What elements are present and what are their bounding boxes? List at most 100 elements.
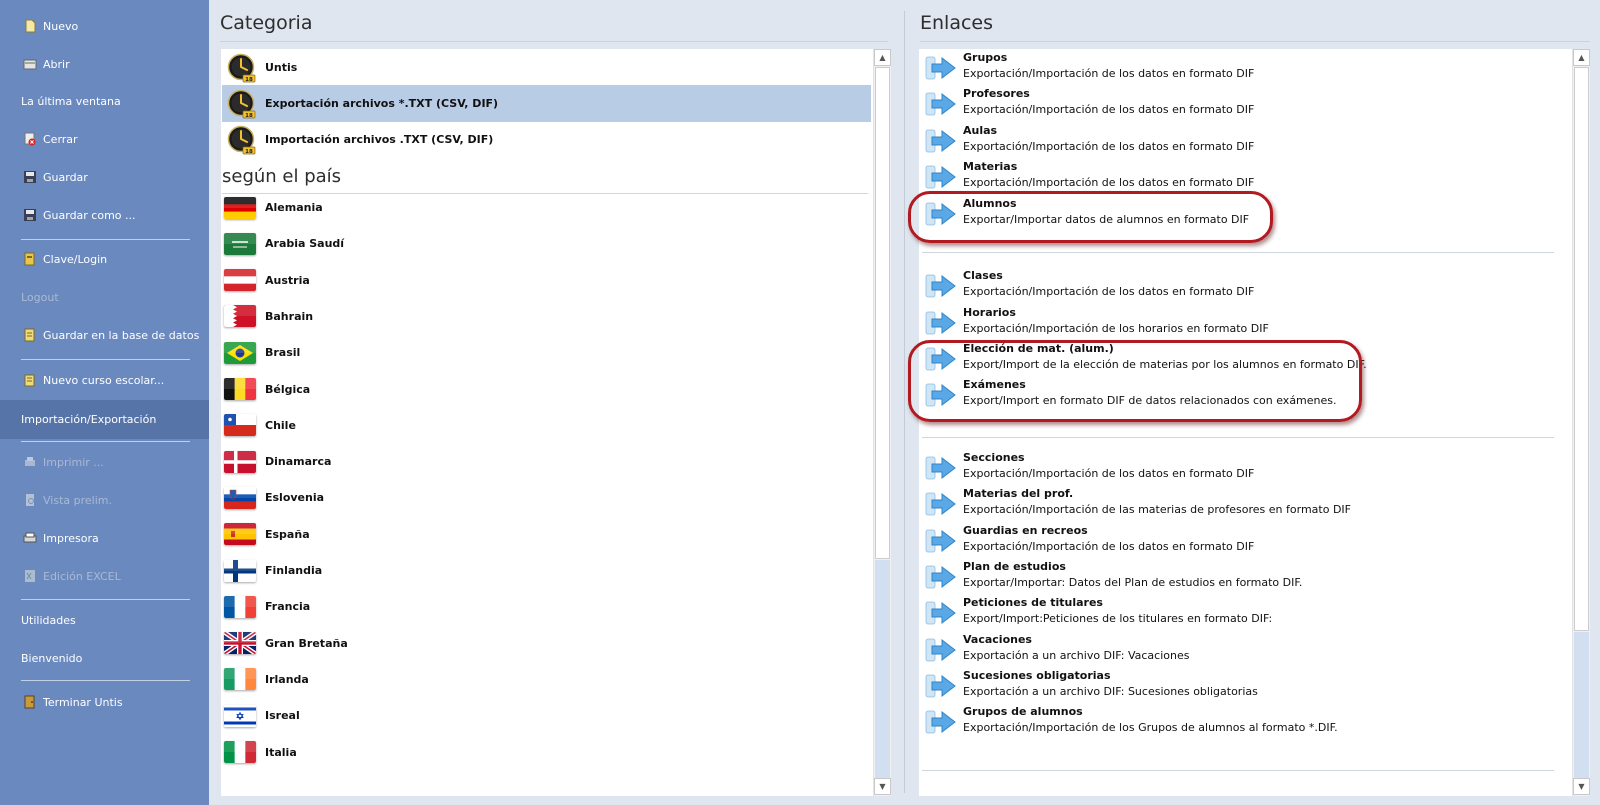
sidebar-item-impresora[interactable]: Impresora [0,520,209,556]
category-list: 18 Untis 18 Exportación archivos *.TXT (CSV… [221,49,873,796]
sidebar-item-vista-prelim[interactable]: Vista prelim. [0,482,209,518]
sidebar-item-ultima-ventana[interactable]: La última ventana [0,83,209,119]
link-item[interactable]: Grupos de alumnos Exportación/Importación… [925,703,1545,739]
country-item[interactable]: Isreal [224,697,864,734]
scroll-down-button[interactable]: ▼ [874,778,891,795]
sidebar-item-label: Clave/Login [43,252,108,266]
country-item[interactable]: Francia [224,588,864,625]
country-item-label: Isreal [265,709,300,723]
bahrain-flag-icon [224,305,256,328]
country-item[interactable]: España [224,516,864,553]
sidebar-item-guardar-base-datos[interactable]: Guardar en la base de datos [0,317,209,353]
sidebar-separator [21,359,190,360]
link-item[interactable]: Grupos Exportación/Importación de los dat… [925,49,1545,85]
link-item[interactable]: Vacaciones Exportación a un archivo DIF: … [925,631,1545,667]
country-item[interactable]: Gran Bretaña [224,625,864,662]
link-item[interactable]: Guardias en recreos Exportación/Importaci… [925,522,1545,558]
printer-icon [23,531,37,545]
country-item[interactable]: Dinamarca [224,443,864,480]
link-item[interactable]: Exámenes Export/Import en formato DIF de … [925,376,1545,412]
link-title: Profesores [963,87,1030,100]
country-item[interactable]: Eslovenia [224,479,864,516]
link-arrow-icon [925,637,957,663]
link-item[interactable]: Alumnos Exportar/Importar datos de alumno… [925,195,1545,231]
country-item[interactable]: Brasil [224,334,864,371]
sidebar-item-nuevo-curso[interactable]: Nuevo curso escolar... [0,362,209,398]
untis-clock-icon: 18 [226,89,256,119]
scroll-up-button[interactable]: ▲ [874,49,891,66]
sidebar-item-bienvenido[interactable]: Bienvenido [0,640,209,676]
country-item[interactable]: Austria [224,262,864,299]
sidebar-item-imprimir[interactable]: Imprimir ... [0,444,209,480]
link-description: Exportación/Importación de los datos en … [963,467,1255,480]
sidebar-item-cerrar[interactable]: Cerrar [0,121,209,157]
link-arrow-icon [925,382,957,408]
link-item[interactable]: Clases Exportación/Importación de los dat… [925,267,1545,303]
link-description: Exportar/Importar datos de alumnos en fo… [963,213,1250,226]
france-flag-icon [224,595,256,618]
ireland-flag-icon [224,668,256,691]
sidebar-item-guardar[interactable]: Guardar [0,159,209,195]
country-item[interactable]: Alemania [224,189,864,226]
sidebar-item-abrir[interactable]: Abrir [0,46,209,82]
link-item[interactable]: Profesores Exportación/Importación de los… [925,85,1545,121]
link-arrow-icon [925,709,957,735]
country-item-label: España [265,527,310,541]
svg-text:18: 18 [245,112,253,118]
scroll-thumb[interactable] [875,67,890,559]
category-item[interactable]: 18 Untis [222,49,871,86]
links-scrollbar[interactable]: ▲ ▼ [1572,49,1590,796]
scroll-down-button[interactable]: ▼ [1573,778,1590,795]
link-item[interactable]: Secciones Exportación/Importación de los … [925,449,1545,485]
scroll-track[interactable] [1574,632,1589,778]
link-item[interactable]: Aulas Exportación/Importación de los dato… [925,122,1545,158]
link-item[interactable]: Horarios Exportación/Importación de los h… [925,304,1545,340]
country-item-label: Irlanda [265,672,309,686]
link-title: Horarios [963,306,1016,319]
sidebar-item-label: Impresora [43,531,99,545]
links-panel-title: Enlaces [920,12,994,34]
sidebar-item-guardar-como[interactable]: Guardar como ... [0,197,209,233]
link-item[interactable]: Peticiones de titulares Export/Import:Pet… [925,594,1545,630]
link-item[interactable]: Sucesiones obligatorias Exportación a un … [925,667,1545,703]
link-title: Grupos de alumnos [963,705,1083,718]
link-description: Exportación a un archivo DIF: Sucesiones… [963,685,1258,698]
country-item[interactable]: Chile [224,407,864,444]
scroll-track[interactable] [875,560,890,778]
country-item-label: Finlandia [265,564,323,577]
sidebar-item-clave-login[interactable]: Clave/Login [0,241,209,277]
country-item-label: Austria [265,273,310,287]
country-item[interactable]: Bahrain [224,298,864,335]
sidebar-item-terminar-untis[interactable]: Terminar Untis [0,684,209,720]
link-arrow-icon [925,673,957,699]
sidebar-item-logout[interactable]: Logout [0,279,209,315]
scroll-thumb[interactable] [1574,67,1589,631]
country-item[interactable]: Irlanda [224,661,864,698]
country-item-label: Francia [265,600,311,614]
category-scrollbar[interactable]: ▲ ▼ [873,49,891,796]
link-item[interactable]: Elección de mat. (alum.) Export/Import de… [925,340,1545,376]
database-save-icon [23,328,37,342]
country-item[interactable]: Arabia Saudí [224,225,864,262]
sidebar-item-importacion-exportacion[interactable]: Importación/Exportación [0,400,209,439]
sidebar-item-nuevo[interactable]: Nuevo [0,8,209,44]
category-item[interactable]: 18 Exportación archivos *.TXT (CSV, DIF) [222,85,871,122]
link-item[interactable]: Plan de estudios Exportar/Importar: Datos… [925,558,1545,594]
category-item[interactable]: 18 Importación archivos .TXT (CSV, DIF) [222,121,871,158]
sidebar-separator [21,239,190,240]
link-title: Aulas [963,124,998,137]
sidebar-item-utilidades[interactable]: Utilidades [0,602,209,638]
link-item[interactable]: Materias Exportación/Importación de los d… [925,158,1545,194]
country-item[interactable]: Finlandia [224,552,864,589]
preview-icon [23,493,37,507]
save-icon [23,170,37,184]
country-item[interactable]: Italia [224,734,864,771]
germany-flag-icon [224,196,256,219]
link-group-separator [922,770,1554,771]
link-arrow-icon [925,310,957,336]
country-item-label: Italia [265,745,297,759]
scroll-up-button[interactable]: ▲ [1573,49,1590,66]
link-item[interactable]: Materias del prof. Exportación/Importació… [925,485,1545,521]
sidebar-item-edicion-excel[interactable]: Edición EXCEL [0,558,209,594]
country-item[interactable]: Bélgica [224,371,864,408]
